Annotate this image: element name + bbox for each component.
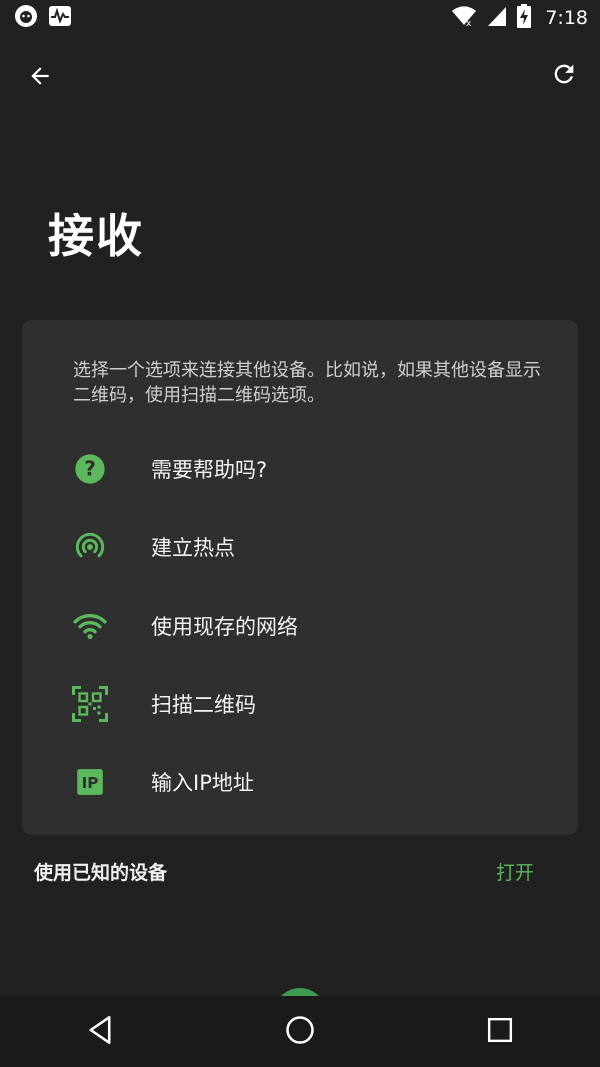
known-devices-row: 使用已知的设备 打开 bbox=[0, 846, 600, 896]
activity-icon bbox=[48, 5, 72, 31]
qr-scan-icon bbox=[72, 686, 108, 722]
option-help[interactable]: ? 需要帮助吗? bbox=[22, 435, 578, 503]
home-circle-icon bbox=[285, 1015, 315, 1049]
option-enter-ip[interactable]: IP 输入IP地址 bbox=[22, 748, 578, 816]
svg-text:IP: IP bbox=[82, 774, 99, 792]
wifi-icon bbox=[72, 608, 108, 644]
signal-icon bbox=[487, 5, 507, 31]
arrow-left-icon bbox=[27, 63, 53, 93]
nav-back-button[interactable] bbox=[70, 1002, 130, 1062]
connection-options-card: 选择一个选项来连接其他设备。比如说，如果其他设备显示二维码，使用扫描二维码选项。… bbox=[22, 320, 578, 835]
app-icon-badger bbox=[14, 4, 38, 32]
wifi-icon: x bbox=[451, 5, 477, 31]
status-bar: x 7:18 bbox=[0, 0, 600, 36]
refresh-icon bbox=[550, 60, 578, 92]
option-label: 建立热点 bbox=[151, 536, 235, 560]
battery-charging-icon bbox=[517, 4, 532, 32]
option-hotspot[interactable]: 建立热点 bbox=[22, 513, 578, 581]
ip-icon: IP bbox=[72, 764, 108, 800]
svg-text:?: ? bbox=[84, 457, 96, 481]
hotspot-icon bbox=[72, 529, 108, 565]
nav-home-button[interactable] bbox=[270, 1002, 330, 1062]
help-icon: ? bbox=[72, 451, 108, 487]
known-devices-open-button[interactable]: 打开 bbox=[496, 858, 534, 885]
option-existing-network[interactable]: 使用现存的网络 bbox=[22, 592, 578, 660]
status-right: x 7:18 bbox=[451, 4, 588, 32]
page-title: 接收 bbox=[48, 209, 144, 263]
back-button[interactable] bbox=[22, 60, 58, 96]
back-triangle-icon bbox=[86, 1015, 114, 1049]
svg-text:x: x bbox=[466, 19, 472, 27]
recents-square-icon bbox=[487, 1017, 513, 1047]
option-label: 需要帮助吗? bbox=[151, 458, 268, 482]
option-scan-qr[interactable]: 扫描二维码 bbox=[22, 670, 578, 738]
app-bar bbox=[0, 52, 600, 100]
nav-recents-button[interactable] bbox=[470, 1002, 530, 1062]
option-label: 使用现存的网络 bbox=[151, 615, 298, 639]
known-devices-label: 使用已知的设备 bbox=[34, 862, 168, 884]
option-label: 输入IP地址 bbox=[151, 771, 254, 795]
option-label: 扫描二维码 bbox=[151, 693, 256, 717]
status-left bbox=[14, 4, 72, 32]
system-nav-bar bbox=[0, 996, 600, 1067]
refresh-button[interactable] bbox=[546, 58, 582, 94]
status-time: 7:18 bbox=[545, 7, 588, 29]
card-description: 选择一个选项来连接其他设备。比如说，如果其他设备显示二维码，使用扫描二维码选项。 bbox=[73, 360, 541, 406]
